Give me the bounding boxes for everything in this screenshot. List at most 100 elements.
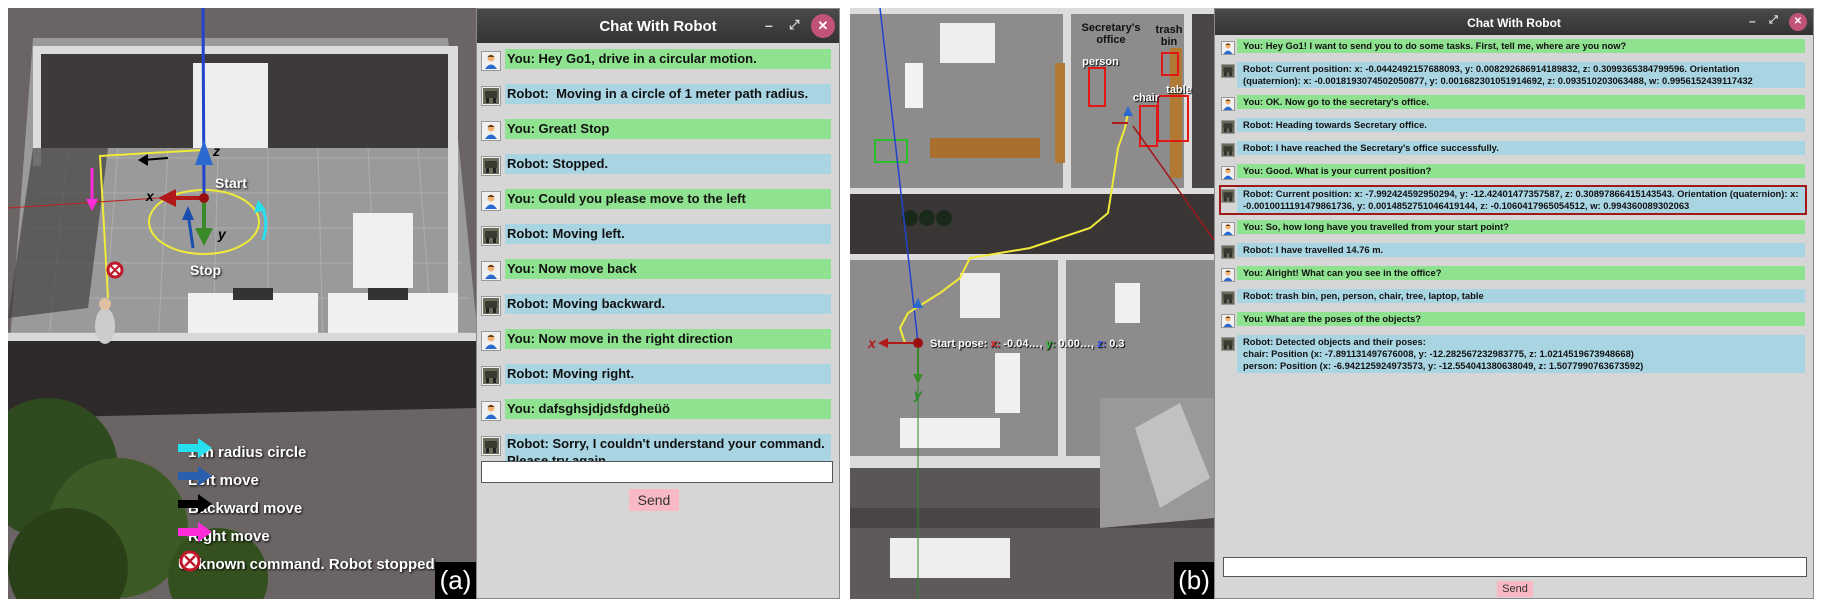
start-pose-z: 0.3	[1109, 338, 1125, 350]
user-avatar-icon	[481, 331, 501, 351]
message-text: You: Good. What is your current position…	[1237, 164, 1805, 178]
message-text: You: What are the poses of the objects?	[1237, 312, 1805, 326]
message-input[interactable]	[481, 461, 833, 483]
user-avatar-icon	[481, 191, 501, 211]
send-button[interactable]: Send	[1497, 581, 1533, 597]
robot-message: Robot: trash bin, pen, person, chair, tr…	[1221, 289, 1805, 305]
message-text: You: dafsghsjdjdsfdgheüö	[505, 399, 831, 419]
label-person: person	[1082, 56, 1119, 68]
user-message: You: Now move in the right direction	[481, 329, 831, 351]
message-text: Robot: Heading towards Secretary office.	[1237, 118, 1805, 132]
message-text: You: Could you please move to the left	[505, 189, 831, 209]
legend-item-unknown: Unknown command. Robot stopped	[178, 550, 435, 578]
blue-arrow-icon	[178, 466, 212, 486]
label-chair: chair	[1132, 92, 1160, 104]
panel-tag-a: (a)	[435, 562, 476, 599]
user-avatar-icon	[1221, 166, 1235, 180]
start-pose-readout: Start pose: x: -0.04…, y: 0.00…, z: 0.3	[930, 338, 1124, 350]
user-message: You: Could you please move to the left	[481, 189, 831, 211]
close-button[interactable]: ✕	[1789, 13, 1807, 31]
magenta-arrow-icon	[178, 522, 212, 542]
robot-avatar-icon	[481, 296, 501, 316]
user-message: You: Hey Go1, drive in a circular motion…	[481, 49, 831, 71]
motion-legend: 1 m radius circle Left move Backward mov…	[178, 438, 435, 578]
robot-message: Robot: Moving left.	[481, 224, 831, 246]
robot-message: Robot: Heading towards Secretary office.	[1221, 118, 1805, 134]
message-text: You: Hey Go1, drive in a circular motion…	[505, 49, 831, 69]
user-message: You: Good. What is your current position…	[1221, 164, 1805, 180]
robot-avatar-icon	[1221, 120, 1235, 134]
window-title: Chat With Robot	[599, 18, 717, 35]
left-simulation-view: z x y Start Stop 1 m radius circle Left …	[8, 8, 476, 599]
right-axis-label-x: x	[868, 335, 876, 351]
message-input[interactable]	[1223, 557, 1807, 577]
robot-message: Robot: I have reached the Secretary's of…	[1221, 141, 1805, 157]
user-avatar-icon	[1221, 97, 1235, 111]
robot-message: Robot: Moving backward.	[481, 294, 831, 316]
left-axis-label-x: x	[146, 188, 154, 204]
robot-avatar-icon	[1221, 189, 1235, 203]
title-bar: Chat With Robot – ⤢ ✕	[477, 9, 839, 43]
message-text: You: So, how long have you travelled fro…	[1237, 220, 1805, 234]
message-text: Robot: Moving left.	[505, 224, 831, 244]
maximize-button[interactable]: ⤢	[789, 17, 799, 33]
chat-footer	[477, 515, 839, 598]
window-title: Chat With Robot	[1467, 16, 1561, 30]
user-avatar-icon	[481, 261, 501, 281]
left-axis-label-y: y	[218, 226, 226, 242]
start-pose-y: 0.00…,	[1058, 338, 1094, 350]
message-list: You: Hey Go1! I want to send you to do s…	[1215, 39, 1813, 380]
message-text: Robot: Stopped.	[505, 154, 831, 174]
message-text: Robot: Current position: x: -0.044249215…	[1237, 62, 1805, 88]
start-pose-z-key: z:	[1096, 338, 1107, 350]
user-message: You: So, how long have you travelled fro…	[1221, 220, 1805, 236]
user-message: You: What are the poses of the objects?	[1221, 312, 1805, 328]
user-avatar-icon	[1221, 222, 1235, 236]
robot-message: Robot: Current position: x: -0.044249215…	[1221, 62, 1805, 88]
message-text: Robot: Current position: x: -7.992424592…	[1237, 187, 1805, 213]
cyan-arrow-icon	[178, 438, 212, 458]
send-button[interactable]: Send	[629, 489, 679, 511]
user-message: You: Great! Stop	[481, 119, 831, 141]
user-message: You: OK. Now go to the secretary's offic…	[1221, 95, 1805, 111]
right-chat-window: Chat With Robot – ⤢ ✕ You: Hey Go1! I wa…	[1214, 8, 1814, 599]
user-message: You: Hey Go1! I want to send you to do s…	[1221, 39, 1805, 55]
panel-tag-b: (b)	[1174, 562, 1214, 599]
robot-avatar-icon	[481, 226, 501, 246]
user-avatar-icon	[481, 51, 501, 71]
stop-label: Stop	[190, 262, 222, 278]
legend-item-circle: 1 m radius circle	[178, 438, 435, 466]
message-text: Robot: I have reached the Secretary's of…	[1237, 141, 1805, 155]
start-pose-x: -0.04…,	[1003, 338, 1043, 350]
start-pose-x-key: x:	[990, 338, 1001, 350]
right-axis-label-y: y	[914, 386, 922, 402]
message-list: You: Hey Go1, drive in a circular motion…	[477, 49, 839, 483]
message-text: Robot: Moving right.	[505, 364, 831, 384]
minimize-button[interactable]: –	[1749, 14, 1756, 28]
message-text: Robot: Moving backward.	[505, 294, 831, 314]
legend-item-right: Right move	[178, 522, 435, 550]
robot-avatar-icon	[481, 86, 501, 106]
robot-message-highlighted: Robot: Current position: x: -7.992424592…	[1219, 185, 1807, 215]
minimize-button[interactable]: –	[765, 17, 773, 33]
robot-avatar-icon	[1221, 64, 1235, 78]
message-text: You: Now move back	[505, 259, 831, 279]
left-chat-window: Chat With Robot – ⤢ ✕ You: Hey Go1, driv…	[476, 8, 840, 599]
maximize-button[interactable]: ⤢	[1769, 14, 1778, 27]
legend-item-backward: Backward move	[178, 494, 435, 522]
close-button[interactable]: ✕	[811, 14, 835, 38]
black-arrow-icon	[178, 494, 212, 514]
robot-avatar-icon	[1221, 143, 1235, 157]
message-text: You: Great! Stop	[505, 119, 831, 139]
legend-item-left: Left move	[178, 466, 435, 494]
user-avatar-icon	[481, 121, 501, 141]
robot-message: Robot: Detected objects and their poses:…	[1221, 335, 1805, 373]
user-avatar-icon	[1221, 41, 1235, 55]
robot-message: Robot: I have travelled 14.76 m.	[1221, 243, 1805, 259]
label-table: table	[1166, 84, 1192, 96]
robot-avatar-icon	[481, 436, 501, 456]
start-pose-y-key: y:	[1045, 338, 1056, 350]
left-axis-label-z: z	[213, 143, 220, 159]
robot-message: Robot: Moving in a circle of 1 meter pat…	[481, 84, 831, 106]
robot-avatar-icon	[481, 156, 501, 176]
